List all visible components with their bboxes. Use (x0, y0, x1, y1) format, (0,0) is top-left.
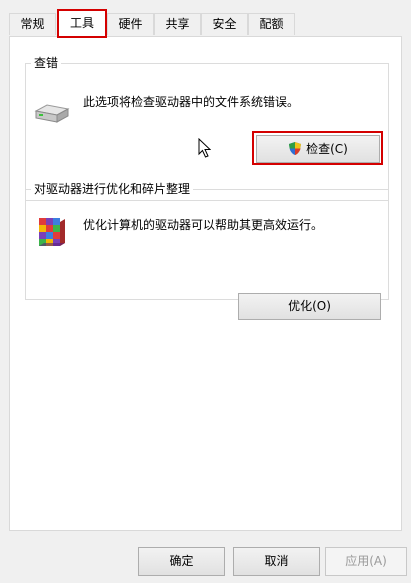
tab-label: 硬件 (118, 17, 143, 31)
tab-tools-highlight (57, 9, 107, 38)
ok-button-label: 确定 (169, 554, 194, 568)
tab-quota[interactable]: 配额 (248, 13, 295, 35)
optimize-group: 对驱动器进行优化和碎片整理 优化计算机的驱动器可以帮助其更高效运行。 优化(O) (25, 181, 389, 320)
ok-button[interactable]: 确定 (138, 547, 225, 576)
apply-button[interactable]: 应用(A) (325, 547, 407, 576)
tab-general[interactable]: 常规 (9, 13, 56, 35)
tab-label: 共享 (165, 17, 190, 31)
tab-sharing[interactable]: 共享 (154, 13, 201, 35)
optimize-title: 对驱动器进行优化和碎片整理 (31, 181, 194, 197)
mouse-cursor-icon (198, 137, 212, 161)
optimize-description: 优化计算机的驱动器可以帮助其更高效运行。 (83, 218, 324, 232)
drive-icon (33, 99, 71, 132)
tab-label: 安全 (212, 17, 237, 31)
tab-content-panel: 查错 此选项将检查驱动器中的文件系统错误。 检查(C) 对驱动器进行优化和碎片整… (9, 36, 402, 531)
tab-label: 常规 (20, 17, 45, 31)
tab-security[interactable]: 安全 (201, 13, 248, 35)
cancel-button-label: 取消 (264, 554, 289, 568)
cancel-button[interactable]: 取消 (233, 547, 320, 576)
tab-hardware[interactable]: 硬件 (107, 13, 154, 35)
apply-button-label: 应用(A) (345, 554, 387, 568)
defrag-icon (37, 216, 67, 255)
optimize-button[interactable]: 优化(O) (238, 293, 381, 320)
error-check-title: 查错 (31, 55, 62, 71)
check-button-highlight (252, 131, 383, 165)
tab-label: 配额 (259, 17, 284, 31)
optimize-button-label: 优化(O) (288, 299, 331, 313)
error-check-description: 此选项将检查驱动器中的文件系统错误。 (83, 95, 300, 109)
